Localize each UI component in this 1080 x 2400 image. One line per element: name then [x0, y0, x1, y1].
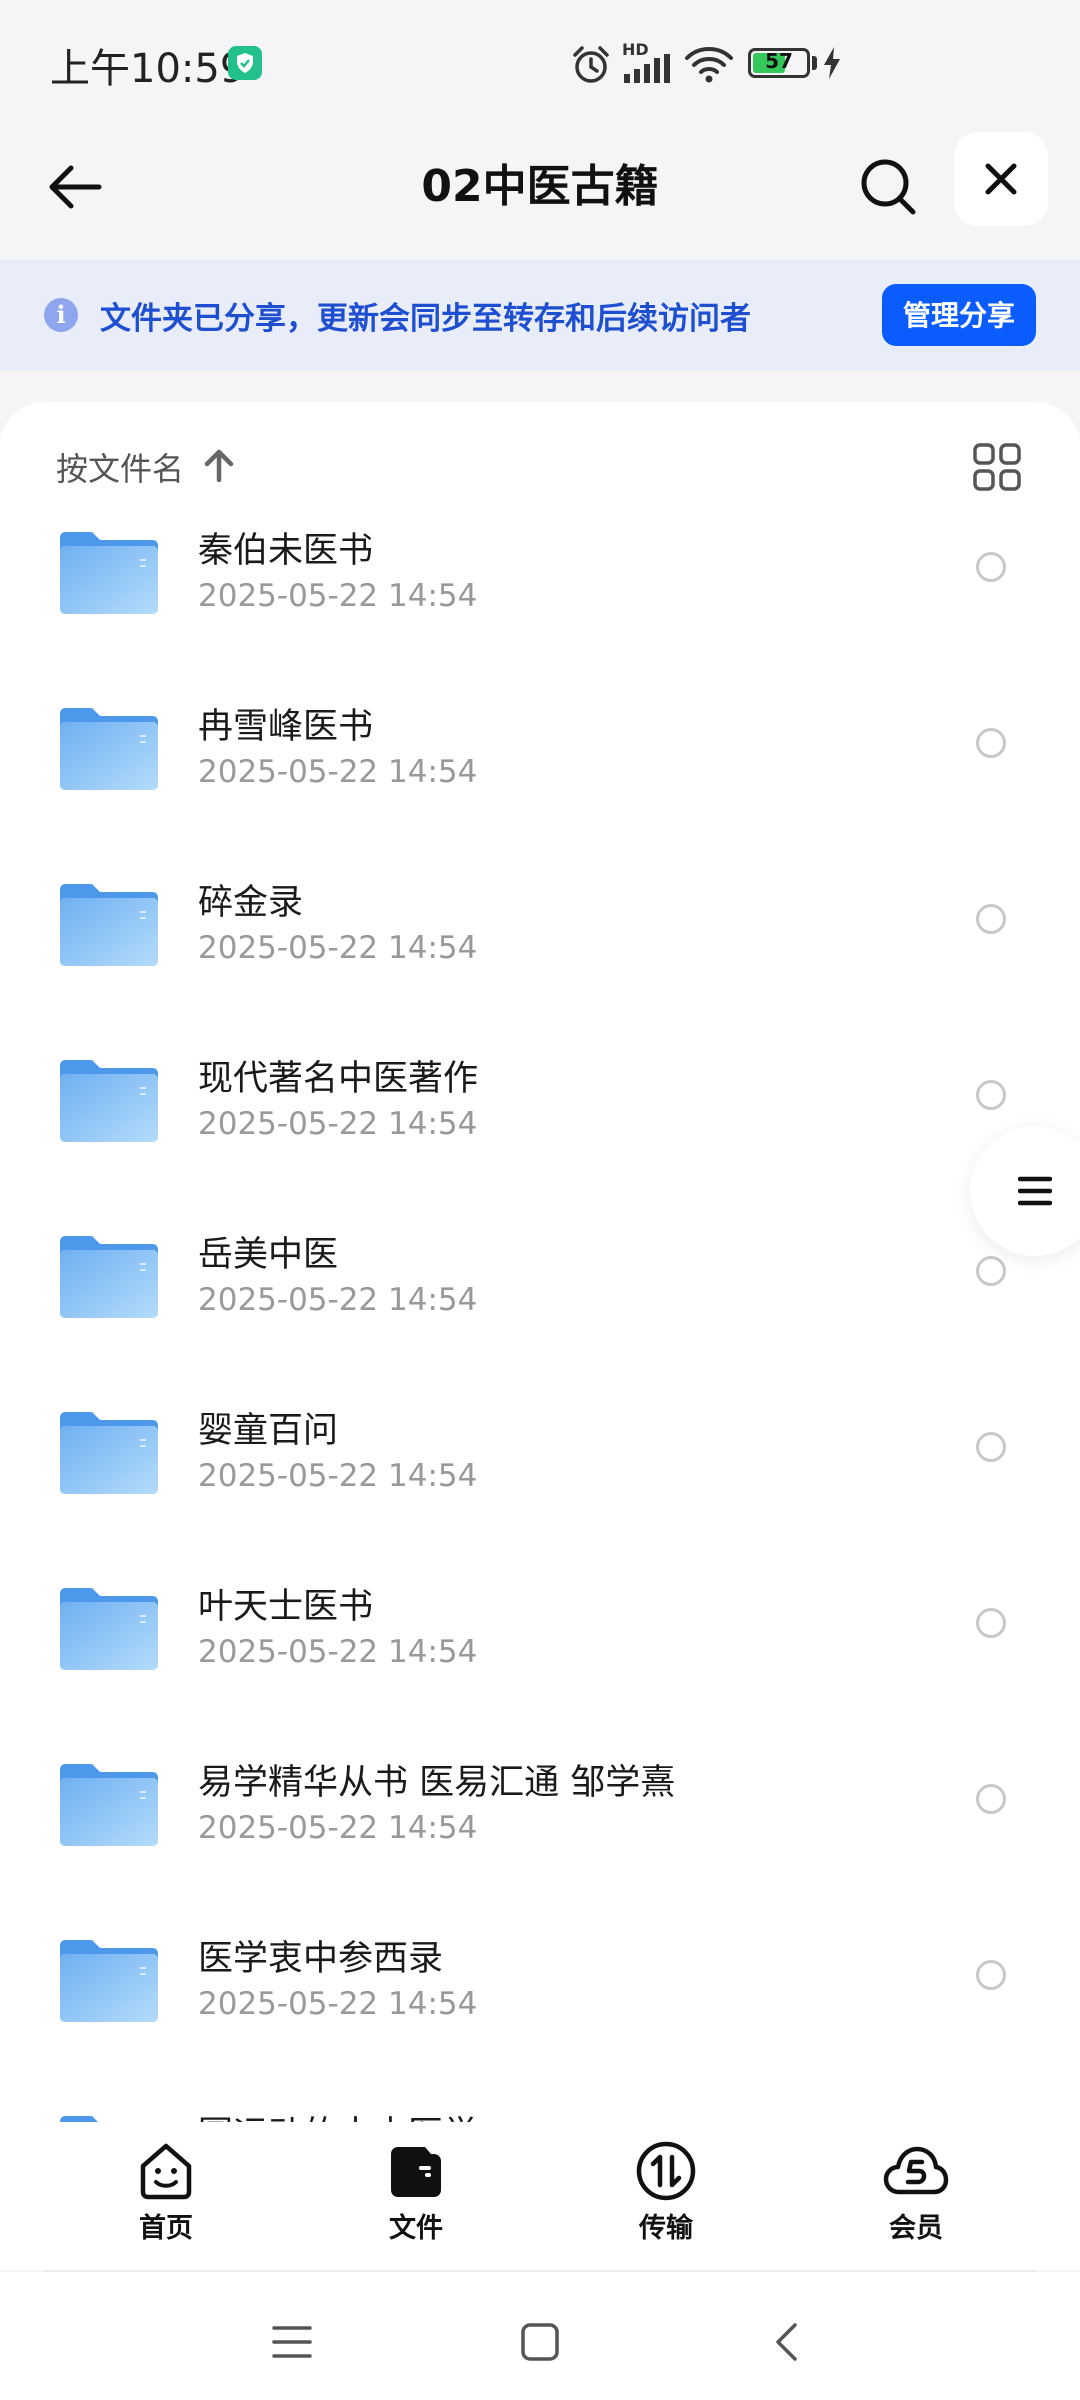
select-radio[interactable]	[976, 1784, 1006, 1814]
file-name: 叶天士医书	[198, 1587, 374, 1627]
file-row[interactable]: 婴童百问 2025-05-22 14:54	[0, 1380, 1080, 1556]
file-name: 现代著名中医著作	[198, 1059, 479, 1099]
share-banner-message: 文件夹已分享，更新会同步至转存和后续访问者	[100, 301, 751, 337]
info-icon: i	[44, 298, 78, 332]
alarm-icon	[573, 46, 609, 83]
search-icon	[861, 159, 916, 215]
battery-icon: 57	[748, 48, 810, 78]
select-radio[interactable]	[976, 1256, 1006, 1286]
file-name: 医学衷中参西录	[198, 1939, 444, 1979]
file-name: 冉雪峰医书	[198, 707, 374, 747]
battery-level: 57	[765, 49, 793, 73]
select-radio[interactable]	[976, 1608, 1006, 1638]
close-button[interactable]	[954, 132, 1048, 226]
bottom-nav: 首页 文件 传输 会员	[0, 2122, 1080, 2270]
file-name: 圆运动的古中医学	[198, 2106, 478, 2122]
home-smile-icon	[140, 2143, 192, 2200]
status-time: 上午10:59	[50, 46, 246, 92]
file-date: 2025-05-22 14:54	[198, 578, 478, 614]
transfer-icon	[636, 2141, 696, 2201]
wallet-folder-icon	[391, 2147, 441, 2197]
nav-label-transfer: 传输	[639, 2213, 693, 2244]
file-list: 秦伯未医书 2025-05-22 14:54 冉雪峰医书 2025-05-22 14:…	[0, 500, 1080, 2122]
sort-by-name-button[interactable]: 按文件名	[56, 444, 184, 490]
folder-icon	[58, 1762, 160, 1852]
manage-share-button[interactable]: 管理分享	[882, 284, 1036, 346]
file-name: 秦伯未医书	[198, 531, 374, 571]
nav-item-files[interactable]: 文件	[336, 2140, 496, 2260]
cloud-vip-icon	[883, 2146, 949, 2195]
wifi-icon	[685, 47, 733, 83]
select-radio[interactable]	[976, 1080, 1006, 1110]
share-banner: i 文件夹已分享，更新会同步至转存和后续访问者 管理分享	[0, 260, 1080, 370]
search-button[interactable]	[850, 148, 926, 224]
select-radio[interactable]	[976, 1432, 1006, 1462]
file-date: 2025-05-22 14:54	[198, 1810, 478, 1846]
folder-icon	[58, 1586, 160, 1676]
system-back-button[interactable]	[756, 2312, 816, 2372]
square-icon	[521, 2323, 559, 2361]
file-row[interactable]: 秦伯未医书 2025-05-22 14:54	[0, 500, 1080, 676]
file-name: 婴童百问	[198, 1411, 339, 1451]
menu-lines-icon	[1018, 1176, 1052, 1206]
folder-icon	[58, 530, 160, 620]
file-date: 2025-05-22 14:54	[198, 930, 478, 966]
file-row[interactable]: 碎金录 2025-05-22 14:54	[0, 852, 1080, 1028]
arrow-up-icon[interactable]	[204, 448, 234, 482]
charging-icon	[824, 47, 840, 79]
file-row[interactable]: 现代著名中医著作 2025-05-22 14:54	[0, 1028, 1080, 1204]
file-row[interactable]: 叶天士医书 2025-05-22 14:54	[0, 1556, 1080, 1732]
file-panel: 按文件名 秦伯未医书 2025-05-22 14:54 冉雪峰医书 2025-05-2…	[0, 402, 1080, 2122]
file-name: 碎金录	[198, 883, 304, 923]
file-date: 2025-05-22 14:54	[198, 754, 478, 790]
folder-icon	[58, 706, 160, 796]
file-row[interactable]: 医学衷中参西录 2025-05-22 14:54	[0, 1908, 1080, 2084]
file-row[interactable]: 冉雪峰医书 2025-05-22 14:54	[0, 676, 1080, 852]
folder-icon	[58, 1410, 160, 1500]
folder-icon	[58, 1058, 160, 1148]
close-icon	[985, 163, 1017, 195]
select-radio[interactable]	[976, 1960, 1006, 1990]
grid-view-icon[interactable]	[972, 442, 1022, 492]
file-date: 2025-05-22 14:54	[198, 1634, 478, 1670]
file-date: 2025-05-22 14:54	[198, 1986, 478, 2022]
folder-icon	[58, 1234, 160, 1324]
file-name: 岳美中医	[198, 1235, 339, 1275]
file-row[interactable]: 易学精华从书 医易汇通 邹学熹 2025-05-22 14:54	[0, 1732, 1080, 1908]
status-bar: 上午10:59 HD 57	[0, 0, 1080, 130]
folder-icon	[58, 1938, 160, 2028]
nav-label-files: 文件	[389, 2213, 443, 2244]
file-row[interactable]: 圆运动的古中医学	[0, 2084, 1080, 2122]
signal-icon	[624, 54, 670, 83]
folder-icon	[58, 2114, 160, 2122]
menu-icon	[272, 2326, 312, 2358]
nav-label-vip: 会员	[889, 2213, 943, 2244]
file-date: 2025-05-22 14:54	[198, 1106, 478, 1142]
recent-apps-button[interactable]	[262, 2312, 322, 2372]
folder-icon	[58, 882, 160, 972]
chevron-left-icon	[776, 2323, 797, 2361]
file-name: 易学精华从书 医易汇通 邹学熹	[198, 1763, 676, 1803]
nav-item-vip[interactable]: 会员	[836, 2140, 996, 2260]
sort-bar: 按文件名	[0, 402, 1080, 522]
select-radio[interactable]	[976, 904, 1006, 934]
nav-item-home[interactable]: 首页	[86, 2140, 246, 2260]
nav-label-home: 首页	[139, 2213, 193, 2244]
home-button[interactable]	[510, 2312, 570, 2372]
file-date: 2025-05-22 14:54	[198, 1282, 478, 1318]
header: 02中医古籍	[0, 130, 1080, 260]
battery-cap	[812, 56, 817, 70]
select-radio[interactable]	[976, 728, 1006, 758]
file-row[interactable]: 岳美中医 2025-05-22 14:54	[0, 1204, 1080, 1380]
select-radio[interactable]	[976, 552, 1006, 582]
system-nav-bar	[0, 2272, 1080, 2400]
shield-icon	[228, 46, 262, 80]
file-date: 2025-05-22 14:54	[198, 1458, 478, 1494]
nav-item-transfer[interactable]: 传输	[586, 2140, 746, 2260]
